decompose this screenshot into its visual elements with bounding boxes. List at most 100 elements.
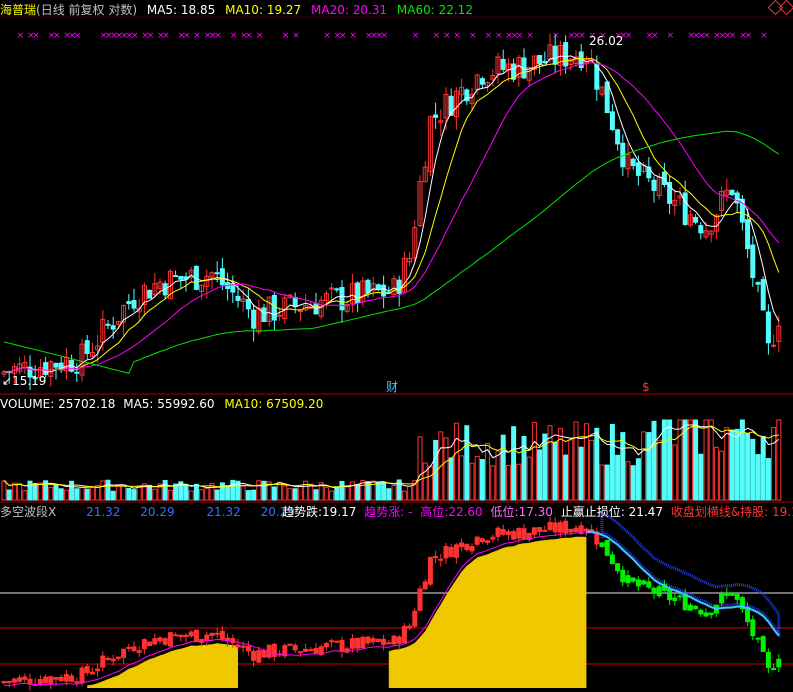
indicator-candle — [422, 581, 428, 590]
indicator-candle — [448, 546, 454, 558]
indicator-v2: 20.29 — [140, 505, 175, 519]
price-candle — [147, 289, 153, 299]
price-candle — [74, 371, 80, 374]
volume-bar — [755, 454, 761, 501]
volume-bar — [323, 486, 329, 501]
indicator-candle — [235, 644, 241, 648]
signal-cross-marker: × — [625, 31, 633, 41]
finance-event-marker[interactable]: 财 — [386, 380, 398, 394]
chart-mode: (日线 前复权 对数) — [36, 3, 138, 17]
volume-bar — [32, 483, 38, 501]
low-position-label: 低位: — [490, 505, 519, 519]
signal-cross-marker: × — [323, 31, 331, 41]
indicator-candle — [152, 638, 158, 645]
price-candle — [365, 279, 371, 294]
volume-bar — [271, 486, 277, 501]
indicator-candle — [578, 525, 584, 534]
volume-bar — [152, 488, 158, 501]
indicator-candle — [162, 638, 168, 645]
kline-chart-canvas[interactable]: × ×× ×× ××× ××××××× ×× ×× ×× × ××× × ×× × × × × ×× × ×××× ×… — [0, 0, 793, 692]
dividend-event-marker[interactable]: $ — [642, 380, 650, 394]
price-candle — [500, 58, 506, 70]
signal-cross-marker: × — [349, 31, 357, 41]
price-candle — [604, 81, 610, 114]
ma10-label: MA10: 19.27 — [225, 3, 302, 17]
volume-panel-header: VOLUME: 25702.18 MA5: 55992.60 MA10: 675… — [0, 396, 329, 412]
volume-bar — [474, 455, 480, 501]
volume-bar — [115, 486, 121, 501]
volume-bar — [391, 484, 397, 501]
volume-bar — [251, 489, 257, 501]
indicator-candle — [74, 681, 80, 684]
indicator-candle — [438, 558, 444, 561]
volume-bar — [427, 465, 433, 501]
price-candle — [479, 78, 485, 85]
indicator-candle — [157, 637, 163, 642]
stock-name: 海普瑞 — [0, 3, 37, 17]
indicator-candle — [687, 604, 693, 611]
price-candle — [771, 344, 777, 347]
price-candle — [755, 282, 761, 285]
resistance-band — [600, 510, 781, 638]
indicator-candle — [37, 679, 43, 685]
low-price-mark: ↙15.19 — [2, 374, 47, 388]
volume-bar — [667, 419, 673, 501]
indicator-candle — [43, 676, 49, 684]
signal-cross-marker: × — [516, 31, 524, 41]
ma20-label: MA20: 20.31 — [311, 3, 388, 17]
indicator-candle — [521, 528, 527, 539]
signal-cross-marker: × — [131, 31, 139, 41]
stock-chart-window[interactable]: × × × × × × × × × × × × × × × × × × × × × × × × × × × × × × × × × × × × × × × ×… — [0, 0, 793, 692]
volume-bar — [48, 486, 54, 501]
volume-bar — [344, 485, 350, 501]
signal-cross-marker: × — [230, 31, 238, 41]
indicator-candle — [48, 676, 54, 685]
indicator-candle — [147, 641, 153, 647]
signal-cross-marker: × — [703, 31, 711, 41]
volume-bar — [776, 419, 782, 501]
price-candle — [745, 219, 751, 250]
volume-bar — [620, 432, 626, 501]
price-candle — [214, 272, 220, 275]
volume-bar — [334, 487, 340, 501]
indicator-candle — [287, 643, 293, 646]
indicator-candle — [1, 681, 7, 684]
indicator-candle — [568, 528, 574, 533]
indicator-candle — [396, 636, 402, 644]
volume-bar — [516, 463, 522, 501]
volume-bar — [355, 484, 361, 501]
price-panel-header: 海普瑞(日线 前复权 对数) MA5: 18.85 MA10: 19.27 MA… — [0, 2, 479, 18]
indicator-candle — [355, 637, 361, 649]
volume-bar — [230, 479, 236, 501]
volume-bar — [490, 465, 496, 501]
price-candle — [219, 268, 225, 286]
indicator-candle — [251, 651, 257, 661]
signal-cross-marker: × — [245, 31, 253, 41]
signal-cross-marker: × — [74, 31, 82, 41]
volume-bar — [1, 480, 7, 501]
volume-bar — [214, 489, 220, 501]
volume-bar — [625, 461, 631, 501]
vol-ma5-label: MA5: 55992.60 — [123, 397, 215, 411]
signal-cross-marker: × — [381, 31, 389, 41]
volume-bar — [459, 455, 465, 501]
volume-bar — [188, 490, 194, 501]
indicator-candle — [760, 636, 766, 652]
volume-bar — [495, 450, 501, 501]
signal-cross-marker: × — [412, 31, 420, 41]
indicator-candle — [173, 634, 179, 637]
volume-bar — [162, 480, 168, 501]
volume-bar — [641, 431, 647, 501]
indicator-candle — [682, 593, 688, 611]
price-candle — [178, 276, 184, 280]
volume-bar — [703, 419, 709, 501]
price-candle — [552, 45, 558, 65]
volume-bar — [646, 432, 652, 501]
price-candle — [110, 325, 116, 330]
volume-bar — [615, 454, 621, 501]
volume-bar — [708, 419, 714, 501]
volume-bar — [63, 489, 69, 501]
indicator-candle — [339, 640, 345, 652]
indicator-candle — [323, 642, 329, 648]
signal-cross-marker: × — [729, 31, 737, 41]
